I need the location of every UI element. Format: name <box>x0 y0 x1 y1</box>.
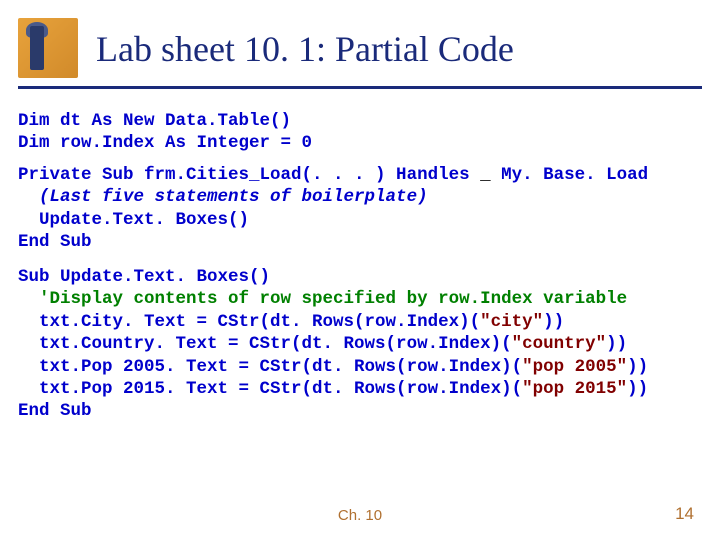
code-line: End Sub <box>18 232 92 252</box>
code-token: )) <box>543 312 564 332</box>
code-token: txt.City. Text = CStr(dt. Rows(row.Index… <box>18 312 480 332</box>
code-token: txt.Pop 2005. Text = CStr(dt. Rows(row.I… <box>18 357 522 377</box>
code-token: My. Base. Load <box>491 165 649 185</box>
code-token: )) <box>627 357 648 377</box>
code-line: Private Sub frm.Cities_Load(. . . ) Hand… <box>18 165 480 185</box>
code-token: txt.Country. Text = CStr(dt. Rows(row.In… <box>18 334 512 354</box>
code-line: Dim dt As New Data.Table() <box>18 111 291 131</box>
code-token: txt.Pop 2015. Text = CStr(dt. Rows(row.I… <box>18 379 522 399</box>
code-token: _ <box>480 165 491 185</box>
code-block-3: Sub Update.Text. Boxes() 'Display conten… <box>18 266 648 423</box>
code-string: "city" <box>480 312 543 332</box>
code-line: Update.Text. Boxes() <box>18 210 249 230</box>
slide-title: Lab sheet 10. 1: Partial Code <box>96 28 514 70</box>
footer-page-number: 14 <box>675 504 694 524</box>
code-token: )) <box>606 334 627 354</box>
footer-chapter: Ch. 10 <box>0 507 720 524</box>
code-string: "pop 2005" <box>522 357 627 377</box>
title-underline <box>18 86 702 89</box>
code-block-1: Dim dt As New Data.Table() Dim row.Index… <box>18 110 312 155</box>
code-line: Dim row.Index As Integer = 0 <box>18 133 312 153</box>
slide: Lab sheet 10. 1: Partial Code Dim dt As … <box>0 0 720 540</box>
code-string: "country" <box>512 334 607 354</box>
code-line: (Last five statements of boilerplate) <box>18 187 428 207</box>
code-line: Sub Update.Text. Boxes() <box>18 267 270 287</box>
logo-icon <box>18 18 78 78</box>
code-comment: 'Display contents of row specified by ro… <box>18 289 627 309</box>
code-token: )) <box>627 379 648 399</box>
code-block-2: Private Sub frm.Cities_Load(. . . ) Hand… <box>18 164 648 254</box>
code-string: "pop 2015" <box>522 379 627 399</box>
code-line: End Sub <box>18 401 92 421</box>
